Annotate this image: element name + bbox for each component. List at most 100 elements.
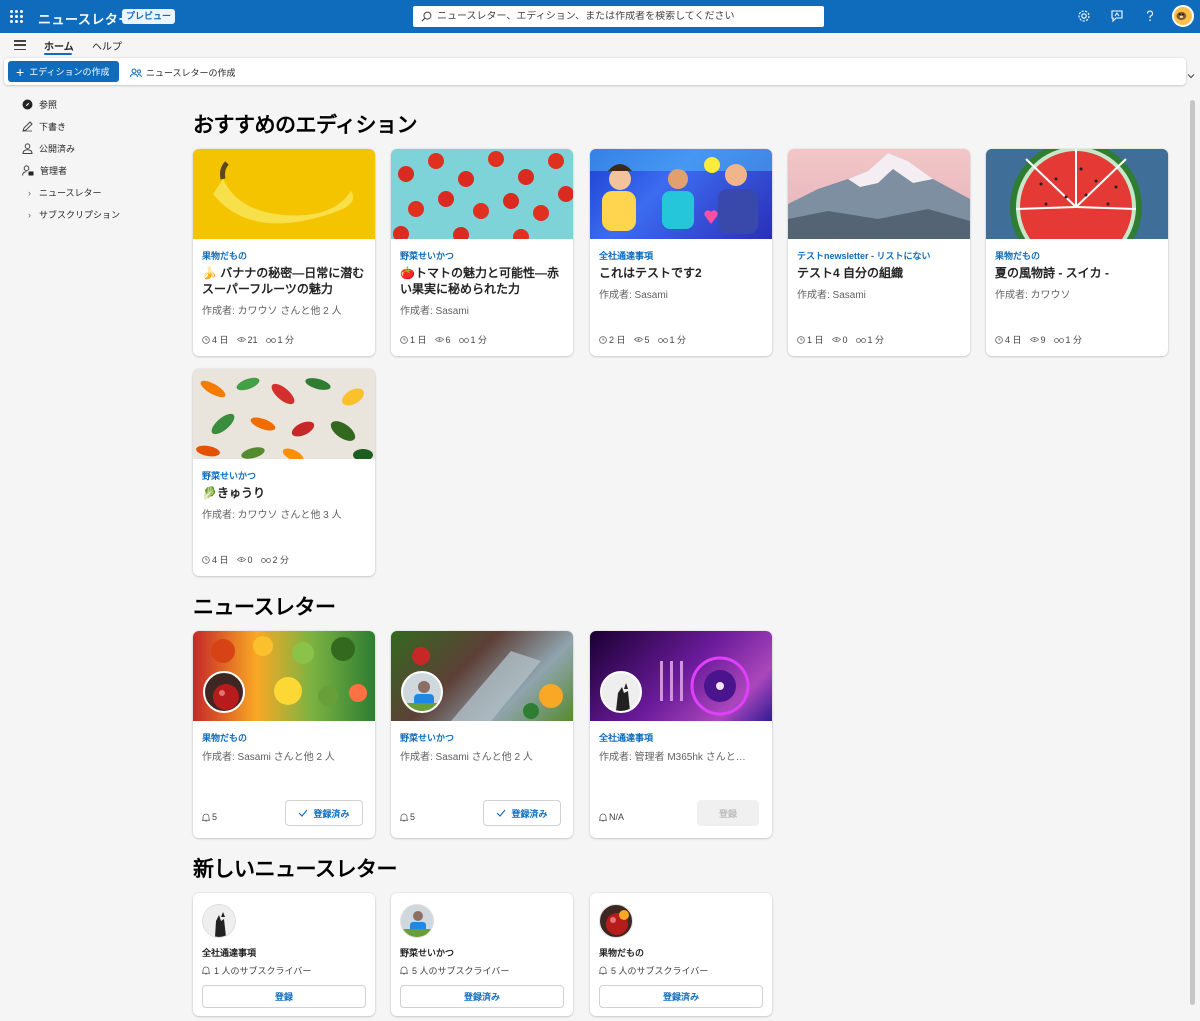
glasses-icon [260, 557, 271, 563]
sidebar-subitem-newsletters[interactable]: › ニュースレター [28, 186, 102, 199]
app-launcher-icon[interactable] [10, 10, 23, 23]
newsletter-name[interactable]: 全社通達事項 [599, 731, 653, 744]
subscribe-button-label: 登録 [718, 808, 737, 819]
new-newsletter-name[interactable]: 野菜せいかつ [400, 946, 454, 959]
eye-icon [831, 337, 841, 342]
bell-icon [599, 966, 607, 975]
compass-icon [22, 99, 33, 110]
newsletter-avatar [600, 671, 642, 713]
create-edition-button[interactable]: + エディションの作成 [8, 61, 119, 82]
edition-category[interactable]: 果物だもの [995, 249, 1040, 262]
create-newsletter-button[interactable]: ニュースレターの作成 [130, 66, 236, 79]
user-avatar[interactable] [1172, 5, 1194, 27]
clock-icon [599, 335, 607, 344]
subscribe-button-label: 登録済み [313, 808, 350, 819]
glasses-icon [265, 337, 276, 343]
edition-thumbnail-tomato [391, 149, 573, 239]
newsletter-name[interactable]: 野菜せいかつ [400, 731, 454, 744]
sidebar-subitem-subscriptions[interactable]: › サブスクリプション [28, 208, 120, 221]
edition-author: 作成者: Sasami [400, 306, 469, 317]
subscribe-button[interactable]: 登録 [202, 985, 366, 1008]
edition-thumbnail-watermelon [986, 149, 1168, 239]
hamburger-menu-icon[interactable] [14, 40, 26, 50]
subscribe-button[interactable]: 登録 [697, 800, 759, 826]
edition-views: 5 [644, 334, 650, 345]
new-newsletter-card[interactable]: 果物だもの 5 人のサブスクライバー 登録済み [590, 893, 772, 1016]
newsletter-card[interactable]: 全社通達事項 作成者: 管理者 M365hk さんと… N/A 登録 [590, 631, 772, 838]
tab-home[interactable]: ホーム [44, 38, 74, 53]
edition-days: 2 日 [609, 335, 626, 345]
edition-card[interactable]: 果物だもの 夏の風物詩 - スイカ - 作成者: カワウソ 4 日 9 1 分 [986, 149, 1168, 356]
subscribed-button[interactable]: 登録済み [483, 800, 561, 826]
edition-card[interactable]: 野菜せいかつ 🥬きゅうり 作成者: カワウソ さんと他 3 人 4 日 0 2 … [193, 369, 375, 576]
edition-author: 作成者: Sasami [599, 290, 668, 301]
sidebar-item-drafts[interactable]: 下書き [22, 120, 66, 133]
edition-title[interactable]: 🍌 バナナの秘密―日常に潜むスーパーフルーツの魅力 [202, 265, 368, 297]
edition-category[interactable]: 野菜せいかつ [400, 249, 454, 262]
gear-icon[interactable] [1077, 9, 1091, 23]
edition-title[interactable]: 夏の風物詩 - スイカ - [995, 265, 1161, 281]
new-newsletter-name[interactable]: 全社通達事項 [202, 946, 256, 959]
sidebar-item-browse[interactable]: 参照 [22, 98, 57, 111]
subscriber-count-value: 5 [212, 812, 218, 822]
subscribed-button[interactable]: 登録済み [400, 985, 564, 1008]
preview-badge: プレビュー [122, 9, 176, 24]
eye-icon [236, 337, 246, 342]
search-input[interactable] [437, 11, 817, 22]
edition-card[interactable]: 全社通達事項 これはテストです2 作成者: Sasami 2 日 5 1 分 [590, 149, 772, 356]
eye-icon [1029, 337, 1039, 342]
top-bar: ニュースレター プレビュー [0, 0, 1200, 33]
scrollbar[interactable] [1190, 100, 1195, 1005]
edition-title[interactable]: 🥬きゅうり [202, 485, 368, 501]
edition-category[interactable]: テストnewsletter - リストにない [797, 249, 931, 262]
eye-icon [633, 337, 643, 342]
search-box[interactable] [413, 6, 824, 27]
newsletter-subscriber-count: 5 [202, 812, 225, 822]
new-newsletter-name[interactable]: 果物だもの [599, 946, 644, 959]
plus-icon: + [16, 63, 25, 80]
glasses-icon [855, 337, 866, 343]
edition-card[interactable]: 果物だもの 🍌 バナナの秘密―日常に潜むスーパーフルーツの魅力 作成者: カワウ… [193, 149, 375, 356]
newsletter-cover-dj-mixer [590, 631, 772, 721]
edition-stats: 4 日 21 1 分 [202, 333, 302, 346]
edition-thumbnail-banana [193, 149, 375, 239]
edition-title[interactable]: これはテストです2 [599, 265, 765, 281]
subscribed-button[interactable]: 登録済み [599, 985, 763, 1008]
edition-card[interactable]: テストnewsletter - リストにない テスト4 自分の組織 作成者: S… [788, 149, 970, 356]
newsletter-name[interactable]: 果物だもの [202, 731, 247, 744]
newsletter-card[interactable]: 野菜せいかつ 作成者: Sasami さんと他 2 人 5 登録済み [391, 631, 573, 838]
edition-days: 1 日 [807, 335, 824, 345]
app-title[interactable]: ニュースレター [38, 9, 132, 28]
edition-stats: 1 日 6 1 分 [400, 333, 495, 346]
newsletter-avatar [599, 904, 633, 938]
edition-stats: 4 日 9 1 分 [995, 333, 1090, 346]
new-newsletter-card[interactable]: 全社通達事項 1 人のサブスクライバー 登録 [193, 893, 375, 1016]
new-newsletter-card[interactable]: 野菜せいかつ 5 人のサブスクライバー 登録済み [391, 893, 573, 1016]
chevron-down-icon[interactable] [1187, 72, 1195, 80]
newsletter-subscriber-count: 5 [400, 812, 423, 822]
bell-icon [202, 966, 210, 975]
edition-read-time: 1 分 [669, 335, 687, 345]
edition-views: 6 [445, 334, 451, 345]
help-icon[interactable] [1143, 9, 1157, 23]
edition-title[interactable]: 🍅トマトの魅力と可能性―赤い果実に秘められた力 [400, 265, 566, 297]
sidebar-item-published[interactable]: 公開済み [22, 142, 75, 155]
checkmark-icon [299, 809, 308, 817]
sidebar-item-label: 参照 [39, 100, 58, 110]
feedback-icon[interactable] [1110, 9, 1124, 23]
edition-title[interactable]: テスト4 自分の組織 [797, 265, 963, 281]
sidebar-item-admin[interactable]: 管理者 [22, 164, 67, 177]
edition-category[interactable]: 果物だもの [202, 249, 247, 262]
edition-read-time: 1 分 [470, 335, 488, 345]
section-title-newsletters: ニュースレター [193, 596, 336, 619]
eye-icon [236, 557, 246, 562]
newsletter-card[interactable]: 果物だもの 作成者: Sasami さんと他 2 人 5 登録済み [193, 631, 375, 838]
subscribed-button[interactable]: 登録済み [285, 800, 363, 826]
edition-category[interactable]: 全社通達事項 [599, 249, 653, 262]
tab-help[interactable]: ヘルプ [92, 38, 122, 53]
edition-category[interactable]: 野菜せいかつ [202, 469, 256, 482]
edition-author: 作成者: カワウソ [995, 290, 1071, 301]
sidebar-subitem-label: ニュースレター [39, 188, 102, 198]
edition-card[interactable]: 野菜せいかつ 🍅トマトの魅力と可能性―赤い果実に秘められた力 作成者: Sasa… [391, 149, 573, 356]
new-newsletter-subscribers: 5 人のサブスクライバー [400, 964, 509, 977]
